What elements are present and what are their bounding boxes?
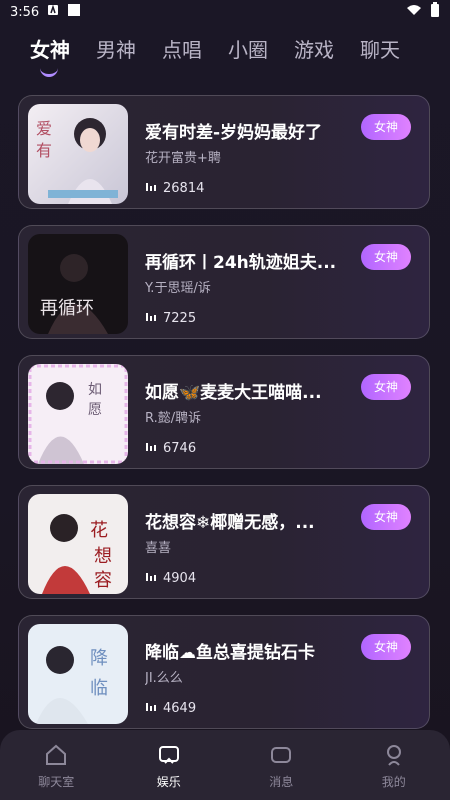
room-tag-badge: 女神: [361, 244, 411, 270]
room-list: 爱 有 爱有时差-岁妈妈最好了 花开富贵+聘 26814 女神 再循环 再循环〡…: [18, 95, 430, 745]
svg-text:想: 想: [94, 546, 112, 567]
audio-level-icon: [145, 310, 157, 326]
notification-a-icon: [47, 4, 59, 20]
notification-square-icon: [67, 3, 81, 21]
room-card[interactable]: 爱 有 爱有时差-岁妈妈最好了 花开富贵+聘 26814 女神: [18, 95, 430, 209]
svg-text:再循环: 再循环: [40, 298, 94, 319]
room-host: 花开富贵+聘: [145, 151, 221, 166]
room-host: R.懿/聘诉: [145, 411, 202, 426]
nav-messages[interactable]: 消息: [236, 741, 326, 790]
room-title: 花想容❄椰赠无感，...: [145, 513, 315, 533]
room-cover-image: 花 想 容: [28, 494, 128, 594]
room-play-count: 7225: [163, 310, 197, 326]
room-card[interactable]: 降 临 降临☁鱼总喜提钻石卡 JI.么么 4649 女神: [18, 615, 430, 729]
room-title: 爱有时差-岁妈妈最好了: [145, 123, 323, 143]
room-plays: 26814: [145, 180, 204, 196]
active-tab-indicator: [40, 68, 58, 77]
nav-entertainment[interactable]: 娱乐: [124, 741, 214, 790]
tab-god[interactable]: 男神: [96, 34, 136, 63]
room-cover-image: 爱 有: [28, 104, 128, 204]
svg-text:如: 如: [88, 382, 102, 398]
room-cover-image: 如 愿: [28, 364, 128, 464]
room-plays: 4904: [145, 570, 196, 586]
category-tabs: 女神 男神 点唱 小圈 游戏 聊天: [0, 34, 450, 84]
room-plays: 4649: [145, 700, 196, 716]
room-host: Y.于思瑶/诉: [145, 281, 211, 296]
room-play-count: 4649: [163, 700, 197, 716]
svg-text:临: 临: [90, 678, 108, 699]
svg-text:花: 花: [90, 520, 108, 541]
status-time: 3:56: [10, 4, 40, 20]
nav-chatroom[interactable]: 聊天室: [11, 741, 101, 790]
bottom-nav: 聊天室 娱乐 消息 我的: [0, 730, 450, 800]
room-card[interactable]: 再循环 再循环〡24h轨迹姐夫... Y.于思瑶/诉 7225 女神: [18, 225, 430, 339]
room-cover-image: 再循环: [28, 234, 128, 334]
tab-song-request[interactable]: 点唱: [162, 34, 202, 63]
entertainment-icon: [155, 741, 183, 769]
svg-text:有: 有: [36, 141, 52, 160]
audio-level-icon: [145, 180, 157, 196]
room-tag-badge: 女神: [361, 504, 411, 530]
room-tag-badge: 女神: [361, 634, 411, 660]
tab-goddess[interactable]: 女神: [30, 34, 70, 77]
room-cover-image: 降 临: [28, 624, 128, 724]
room-title: 降临☁鱼总喜提钻石卡: [145, 643, 315, 663]
room-card[interactable]: 花 想 容 花想容❄椰赠无感，... 喜喜 4904 女神: [18, 485, 430, 599]
svg-text:降: 降: [90, 648, 108, 669]
audio-level-icon: [145, 570, 157, 586]
room-title: 再循环〡24h轨迹姐夫...: [145, 253, 337, 273]
audio-level-icon: [145, 700, 157, 716]
battery-icon: [430, 2, 440, 22]
svg-text:容: 容: [94, 570, 112, 591]
profile-icon: [380, 741, 408, 769]
svg-text:爱: 爱: [36, 119, 52, 138]
room-host: JI.么么: [145, 671, 183, 686]
message-icon: [267, 741, 295, 769]
room-host: 喜喜: [145, 541, 172, 556]
wifi-icon: [406, 4, 422, 20]
home-icon: [42, 741, 70, 769]
tab-games[interactable]: 游戏: [294, 34, 334, 63]
status-bar: 3:56: [0, 0, 450, 24]
svg-text:愿: 愿: [88, 402, 102, 418]
room-play-count: 26814: [163, 180, 205, 196]
room-play-count: 4904: [163, 570, 197, 586]
room-tag-badge: 女神: [361, 114, 411, 140]
room-plays: 6746: [145, 440, 196, 456]
tab-circle[interactable]: 小圈: [228, 34, 268, 63]
room-play-count: 6746: [163, 440, 197, 456]
tab-chat[interactable]: 聊天: [360, 34, 400, 63]
room-card[interactable]: 如 愿 如愿🦋麦麦大王喵喵... R.懿/聘诉 6746 女神: [18, 355, 430, 469]
audio-level-icon: [145, 440, 157, 456]
nav-profile[interactable]: 我的: [349, 741, 439, 790]
room-title: 如愿🦋麦麦大王喵喵...: [145, 383, 322, 403]
room-plays: 7225: [145, 310, 196, 326]
room-tag-badge: 女神: [361, 374, 411, 400]
